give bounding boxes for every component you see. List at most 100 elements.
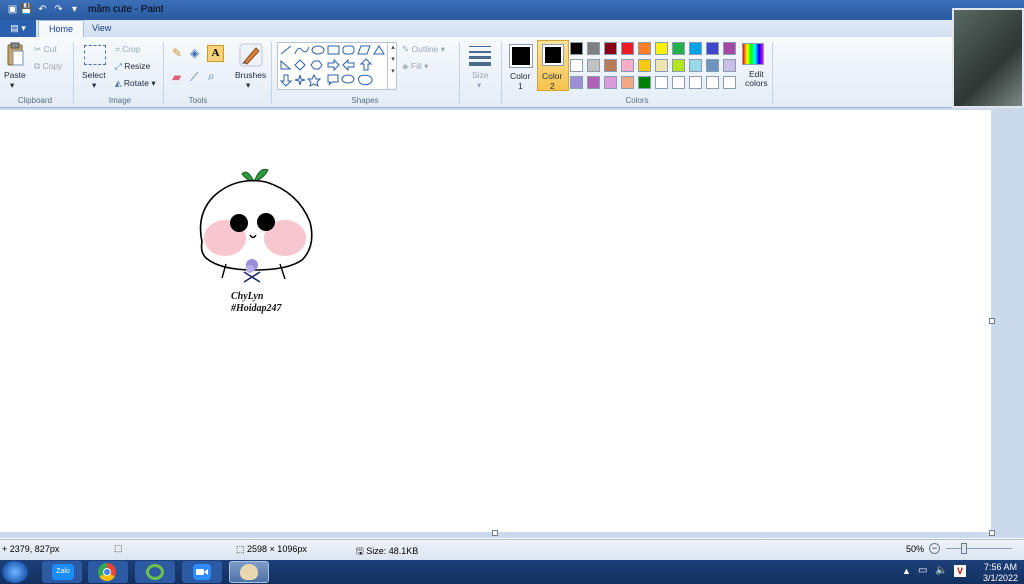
- pencil-icon[interactable]: ✎: [172, 46, 186, 60]
- taskbar-zalo[interactable]: Zalo: [42, 561, 82, 583]
- palette-swatch[interactable]: [723, 76, 736, 89]
- paste-dropdown-icon[interactable]: ▾: [10, 80, 14, 91]
- clipboard-group-label: Clipboard: [17, 96, 53, 105]
- webcam-overlay: [952, 8, 1024, 108]
- copy-button[interactable]: ⧉ Copy: [34, 61, 62, 72]
- crop-icon: ⌗: [115, 44, 120, 54]
- palette-swatch[interactable]: [672, 42, 685, 55]
- eraser-icon[interactable]: ▰: [172, 70, 186, 84]
- fill-bucket-icon[interactable]: ◈: [190, 46, 204, 60]
- shapes-scroll[interactable]: ▴ ▾ ▾: [387, 42, 398, 90]
- rotate-button[interactable]: ◭ Rotate ▾: [115, 78, 156, 89]
- zoom-slider[interactable]: [946, 548, 1012, 549]
- network-icon[interactable]: ▭: [918, 565, 927, 576]
- size-button[interactable]: Size: [472, 70, 489, 80]
- palette-swatch[interactable]: [689, 59, 702, 72]
- palette-swatch[interactable]: [621, 42, 634, 55]
- resize-handle-right[interactable]: [989, 318, 995, 324]
- palette-swatch[interactable]: [570, 76, 583, 89]
- taskbar-paint[interactable]: [229, 561, 269, 583]
- palette-swatch[interactable]: [604, 76, 617, 89]
- brushes-button[interactable]: Brushes: [235, 70, 266, 80]
- line-size-icon[interactable]: [468, 44, 492, 66]
- resize-handle-corner[interactable]: [989, 530, 995, 536]
- paint-menu-button[interactable]: ▤ ▾: [0, 20, 36, 37]
- magnifier-icon[interactable]: ⌕: [208, 69, 222, 83]
- palette-swatch[interactable]: [689, 42, 702, 55]
- select-dropdown-icon[interactable]: ▾: [92, 80, 96, 91]
- palette-swatch[interactable]: [587, 42, 600, 55]
- edit-colors-button[interactable]: Edit colors: [745, 70, 768, 88]
- paint-app-icon[interactable]: ▣: [6, 3, 19, 16]
- palette-swatch[interactable]: [638, 76, 651, 89]
- palette-swatch[interactable]: [723, 59, 736, 72]
- palette-swatch[interactable]: [706, 42, 719, 55]
- caption-tag: #Hoidap247: [231, 303, 282, 314]
- tab-view[interactable]: View: [82, 20, 121, 37]
- outline-button[interactable]: ✎ Outline ▾: [402, 44, 445, 55]
- palette-swatch[interactable]: [706, 59, 719, 72]
- start-button[interactable]: [2, 561, 28, 583]
- palette-swatch[interactable]: [570, 59, 583, 72]
- palette-swatch[interactable]: [689, 76, 702, 89]
- palette-swatch[interactable]: [672, 76, 685, 89]
- palette-swatch[interactable]: [587, 76, 600, 89]
- palette-swatch[interactable]: [638, 42, 651, 55]
- zoom-slider-thumb[interactable]: [961, 543, 967, 554]
- title-bar: ▣ 💾 ↶ ↷ ▾ mầm cute - Paint: [0, 0, 1024, 20]
- image-dimensions: ⬚ 2598 × 1096px: [236, 544, 307, 554]
- color-picker-icon[interactable]: ⟋: [190, 70, 204, 84]
- resize-button[interactable]: ⤢ Resize: [115, 61, 150, 72]
- taskbar-chrome[interactable]: [88, 561, 128, 583]
- brushes-dropdown-icon[interactable]: ▾: [246, 80, 250, 91]
- palette-swatch[interactable]: [672, 59, 685, 72]
- taskbar-zoom[interactable]: [182, 561, 222, 583]
- select-button[interactable]: Select: [82, 70, 106, 80]
- palette-swatch[interactable]: [604, 59, 617, 72]
- selection-size-icon: ⬚: [114, 543, 123, 553]
- brush-icon[interactable]: [238, 42, 264, 68]
- divider: [73, 42, 74, 104]
- palette-swatch[interactable]: [621, 76, 634, 89]
- save-icon[interactable]: 💾: [20, 3, 33, 16]
- drawing-canvas[interactable]: [0, 110, 991, 532]
- unikey-icon[interactable]: V: [954, 565, 966, 577]
- palette-swatch[interactable]: [706, 76, 719, 89]
- palette-swatch[interactable]: [655, 76, 668, 89]
- cut-button[interactable]: ✂ Cut: [34, 44, 57, 55]
- zoom-out-button[interactable]: −: [929, 543, 940, 554]
- color-spectrum-icon[interactable]: [742, 43, 764, 65]
- color1-selector[interactable]: Color 1: [507, 42, 535, 91]
- show-hidden-icons[interactable]: ▲: [902, 566, 911, 576]
- customize-quick-access-icon[interactable]: ▾: [68, 3, 81, 16]
- tab-home[interactable]: Home: [38, 20, 85, 38]
- palette-swatch[interactable]: [723, 42, 736, 55]
- paste-button[interactable]: Paste: [4, 70, 26, 80]
- select-icon[interactable]: [84, 45, 106, 65]
- redo-icon[interactable]: ↷: [52, 3, 65, 16]
- zalo-icon: Zalo: [52, 564, 74, 580]
- crop-button[interactable]: ⌗ Crop: [115, 44, 141, 55]
- palette-swatch[interactable]: [638, 59, 651, 72]
- palette-swatch[interactable]: [655, 59, 668, 72]
- color2-selector[interactable]: Color 2: [537, 40, 569, 91]
- resize-handle-bottom[interactable]: [492, 530, 498, 536]
- taskbar-app-green[interactable]: [135, 561, 175, 583]
- palette-swatch[interactable]: [655, 42, 668, 55]
- undo-icon[interactable]: ↶: [36, 3, 49, 16]
- paste-icon[interactable]: [5, 42, 25, 68]
- copy-icon: ⧉: [34, 61, 41, 71]
- system-clock[interactable]: 7:56 AM 3/1/2022: [983, 562, 1018, 584]
- palette-swatch[interactable]: [570, 42, 583, 55]
- shapes-gallery[interactable]: [277, 42, 397, 90]
- palette-swatch[interactable]: [621, 59, 634, 72]
- file-size: 🖫 Size: 48.1KB: [356, 546, 419, 556]
- text-tool-icon[interactable]: A: [207, 45, 224, 62]
- fill-button[interactable]: ◈ Fill ▾: [402, 61, 428, 72]
- volume-icon[interactable]: 🔈: [935, 565, 947, 576]
- palette-swatch[interactable]: [587, 59, 600, 72]
- ribbon-tabs: [0, 20, 1024, 38]
- color1-number: 1: [518, 81, 523, 91]
- size-dropdown-icon[interactable]: ▾: [477, 80, 481, 91]
- palette-swatch[interactable]: [604, 42, 617, 55]
